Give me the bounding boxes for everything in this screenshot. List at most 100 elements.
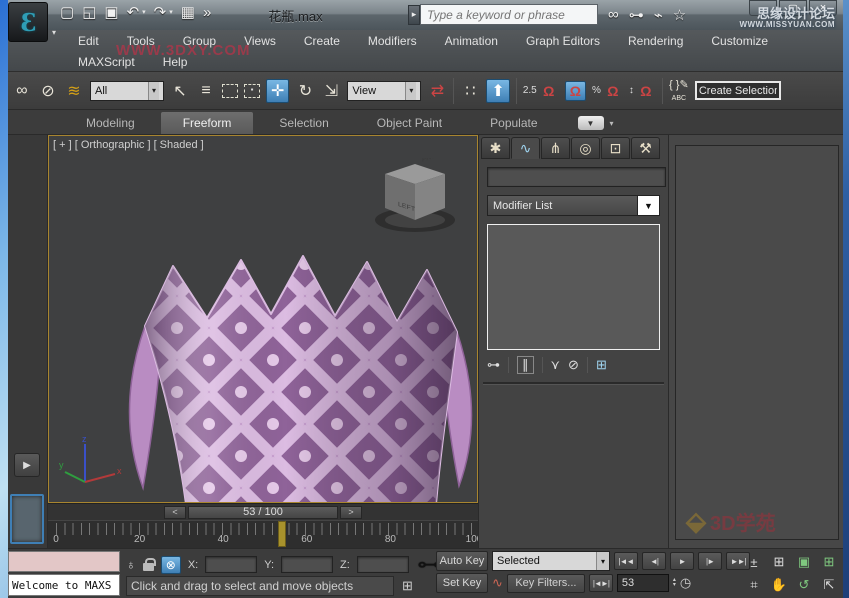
frame-spinner[interactable]: ▴ ▾ — [673, 578, 676, 588]
next-frame-button[interactable]: > — [340, 506, 362, 519]
minimize-button[interactable]: – — [749, 0, 777, 16]
ribbon-toggle-icon[interactable]: ⬆ — [486, 79, 509, 103]
menu-maxscript[interactable]: MAXScript — [64, 55, 149, 69]
reference-coordinate-dropdown[interactable]: View ▾ — [347, 81, 421, 101]
dropdown-arrow-icon[interactable]: ▾ — [405, 82, 416, 100]
search-prev-icon[interactable]: ▸ — [408, 5, 420, 25]
named-selection-set-field[interactable] — [695, 81, 781, 100]
zoom-icon[interactable]: ± — [742, 551, 766, 573]
application-menu-button[interactable]: 3 ▾ — [8, 2, 48, 42]
time-configuration-icon[interactable]: ◷ — [680, 575, 691, 591]
favorites-star-icon[interactable]: ☆ — [673, 6, 686, 24]
menu-create[interactable]: Create — [290, 34, 354, 48]
selection-filter-dropdown[interactable]: All ▾ — [90, 81, 164, 101]
select-and-scale-icon[interactable]: ⇲ — [321, 81, 341, 101]
subscription-key-icon[interactable]: ⊶ — [629, 6, 644, 24]
selection-lock-icon[interactable] — [143, 563, 154, 571]
tab-create[interactable]: ✱ — [481, 137, 510, 159]
modifier-list-dropdown[interactable]: Modifier List ▼ — [487, 195, 660, 216]
align-icon[interactable]: ∷ — [460, 81, 480, 101]
make-unique-icon[interactable]: ⋎ — [551, 357, 561, 373]
set-key-button[interactable]: Set Key — [436, 573, 488, 593]
select-object-icon[interactable]: ↖ — [170, 81, 190, 101]
pin-stack-icon[interactable]: ⊶ — [487, 357, 500, 373]
add-time-tag-icon[interactable]: ⊞ — [402, 578, 413, 594]
mirror-icon[interactable]: ⇄ — [427, 81, 447, 101]
region-zoom-icon[interactable]: ⌗ — [742, 574, 766, 596]
menu-graph-editors[interactable]: Graph Editors — [512, 34, 614, 48]
default-in-out-tangents-icon[interactable]: ∿ — [492, 575, 503, 591]
tab-modify[interactable]: ∿ — [511, 137, 540, 159]
menu-views[interactable]: Views — [230, 34, 290, 48]
tab-hierarchy[interactable]: ⋔ — [541, 137, 570, 159]
go-to-start-button[interactable]: |◄◄ — [614, 552, 638, 570]
select-by-name-icon[interactable]: ≡ — [196, 82, 216, 100]
isolate-selection-icon[interactable]: ♁ — [126, 557, 136, 572]
next-frame-button[interactable]: |► — [698, 552, 722, 570]
menu-tools[interactable]: Tools — [113, 34, 169, 48]
ribbon-tab-populate[interactable]: Populate — [468, 112, 559, 134]
ribbon-tab-object-paint[interactable]: Object Paint — [355, 112, 464, 134]
dropdown-arrow-icon[interactable]: ▾ — [148, 82, 159, 100]
window-crossing-icon[interactable]: ▪ — [244, 84, 260, 98]
menu-group[interactable]: Group — [169, 34, 230, 48]
key-mode-toggle[interactable]: |◄►| — [589, 574, 613, 592]
macro-recorder-pane[interactable] — [8, 551, 120, 572]
y-coordinate-field[interactable] — [281, 556, 333, 573]
previous-frame-button[interactable]: < — [164, 506, 186, 519]
auto-key-button[interactable]: Auto Key — [436, 551, 488, 571]
ribbon-tab-modeling[interactable]: Modeling — [64, 112, 157, 134]
object-name-field[interactable] — [487, 167, 666, 187]
selected-set-dropdown[interactable]: Selected ▾ — [492, 551, 610, 571]
absolute-mode-toggle[interactable]: ⊗ — [161, 556, 181, 574]
menu-animation[interactable]: Animation — [431, 34, 512, 48]
time-slider-marker[interactable] — [278, 521, 286, 547]
key-filters-button[interactable]: Key Filters... — [507, 574, 585, 593]
tab-display[interactable]: ⊡ — [601, 137, 630, 159]
menu-customize[interactable]: Customize — [697, 34, 782, 48]
zoom-extents-icon[interactable]: ▣ — [792, 551, 816, 573]
edit-named-selections-icon[interactable]: { }✎ ABC — [669, 78, 689, 103]
bind-to-spacewarp-icon[interactable]: ≋ — [64, 81, 84, 101]
zoom-all-icon[interactable]: ⊞ — [767, 551, 791, 573]
modifier-stack-list[interactable] — [487, 224, 660, 350]
ribbon-options-caret-icon[interactable]: ▾ — [610, 119, 614, 128]
search-input[interactable] — [420, 4, 598, 25]
tab-motion[interactable]: ◎ — [571, 137, 600, 159]
menu-help[interactable]: Help — [149, 55, 202, 69]
unlink-selection-icon[interactable]: ⊘ — [38, 81, 58, 101]
viewcube[interactable]: LEFT FRONT — [367, 158, 463, 236]
viewport-layout-tab[interactable] — [10, 494, 44, 544]
z-coordinate-field[interactable] — [357, 556, 409, 573]
search-binoculars-icon[interactable]: ∞ — [608, 6, 619, 23]
percent-snap-icon[interactable]: Ω — [603, 83, 623, 99]
snaps-toggle-icon[interactable]: Ω — [539, 83, 559, 99]
remove-modifier-icon[interactable]: ⊘ — [568, 357, 579, 373]
menu-edit[interactable]: Edit — [64, 34, 113, 48]
menu-modifiers[interactable]: Modifiers — [354, 34, 431, 48]
menu-rendering[interactable]: Rendering — [614, 34, 697, 48]
dropdown-arrow-icon[interactable]: ▾ — [596, 552, 609, 570]
ribbon-tab-freeform[interactable]: Freeform — [161, 112, 254, 134]
spin-down-icon[interactable]: ▾ — [673, 583, 676, 588]
play-button[interactable]: ► — [670, 552, 694, 570]
zoom-extents-all-icon[interactable]: ⊞ — [817, 551, 841, 573]
orthographic-viewport[interactable]: [ + ] [ Orthographic ] [ Shaded ] — [48, 135, 478, 503]
configure-modifier-sets-icon[interactable]: ⊞ — [596, 357, 607, 373]
track-bar[interactable]: 020406080100 — [48, 520, 478, 548]
scene-explorer-expand-button[interactable]: ▶ — [14, 453, 40, 477]
select-and-rotate-icon[interactable]: ↻ — [295, 81, 315, 101]
tab-utilities[interactable]: ⚒ — [631, 137, 660, 159]
show-end-result-icon[interactable]: ∥ — [517, 356, 534, 374]
orbit-icon[interactable]: ↺ — [792, 574, 816, 596]
ribbon-tab-selection[interactable]: Selection — [257, 112, 350, 134]
maxscript-mini-listener[interactable]: Welcome to MAXS — [8, 574, 120, 596]
current-frame-field[interactable]: 53 — [617, 574, 669, 592]
modifier-list-arrow-icon[interactable]: ▼ — [637, 196, 659, 215]
maximize-viewport-icon[interactable]: ⇱ — [817, 574, 841, 596]
time-slider-frame-display[interactable]: 53 / 100 — [188, 506, 338, 519]
rectangular-selection-region-icon[interactable] — [222, 84, 238, 98]
pan-hand-icon[interactable]: ✋ — [767, 574, 791, 596]
select-and-move-icon[interactable]: ✛ — [266, 79, 289, 103]
angle-snap-icon[interactable]: Ω — [565, 81, 586, 101]
